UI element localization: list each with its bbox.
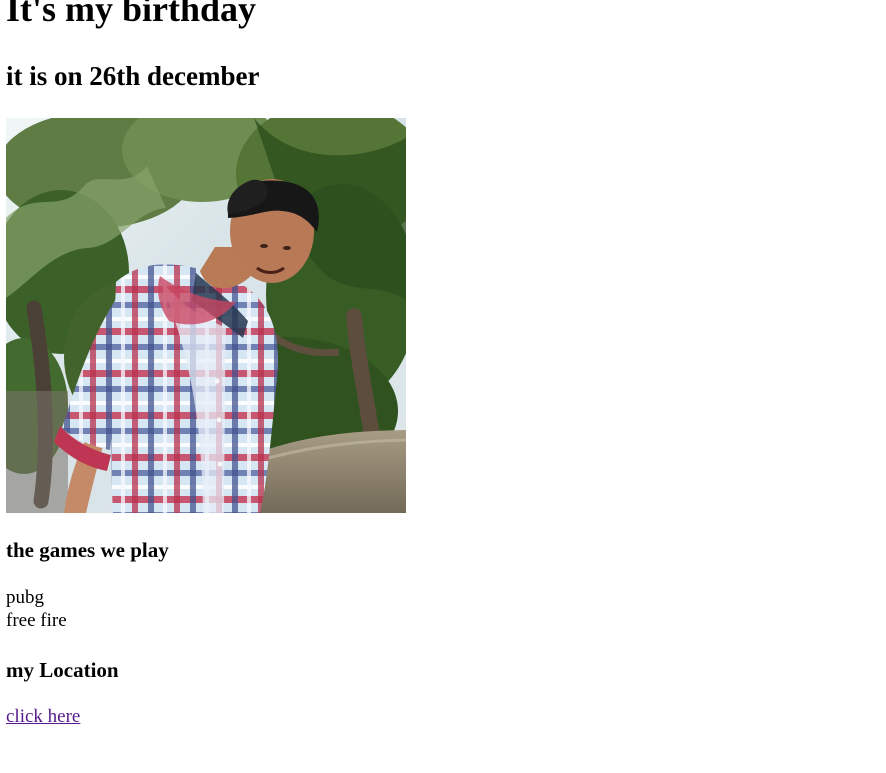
game-item-pubg: pubg xyxy=(6,587,44,608)
page-title: It's my birthday xyxy=(6,0,257,29)
location-heading: my Location xyxy=(6,658,119,682)
birthday-date-heading: it is on 26th december xyxy=(6,61,260,91)
game-item-free-fire: free fire xyxy=(6,610,67,631)
profile-photo xyxy=(6,118,406,513)
games-heading: the games we play xyxy=(6,538,169,562)
location-link[interactable]: click here xyxy=(6,705,80,729)
games-list: pubg free fire xyxy=(6,586,67,632)
photo-illustration xyxy=(6,118,406,513)
